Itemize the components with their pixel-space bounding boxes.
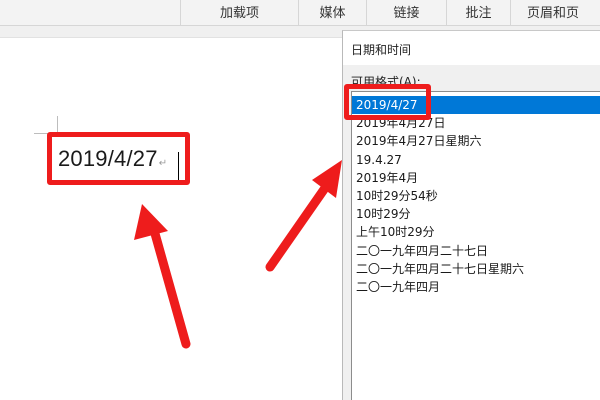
format-option[interactable]: 19.4.27 (352, 151, 600, 169)
screenshot-root: 加载项 媒体 链接 批注 页眉和页 2019/4/27↵ 日期和时间 可用格式(… (0, 0, 600, 400)
format-option[interactable]: 10时29分54秒 (352, 187, 600, 205)
ribbon-bar: 加载项 媒体 链接 批注 页眉和页 (0, 0, 600, 26)
ribbon-group-links[interactable]: 链接 (366, 0, 446, 26)
dialog-title: 日期和时间 (351, 43, 412, 57)
document-page[interactable] (0, 38, 342, 400)
format-option[interactable]: 2019年4月 (352, 169, 600, 187)
format-option[interactable]: 10时29分 (352, 205, 600, 223)
ribbon-group-media[interactable]: 媒体 (298, 0, 366, 26)
format-option[interactable]: 二〇一九年四月 (352, 278, 600, 296)
format-option[interactable]: 二〇一九年四月二十七日星期六 (352, 260, 600, 278)
highlight-box-selected-format (344, 84, 431, 120)
available-formats-list[interactable]: 2019/4/27 2019年4月27日 2019年4月27日星期六 19.4.27 2… (351, 91, 600, 400)
ribbon-group-header-footer[interactable]: 页眉和页 (510, 0, 600, 26)
ribbon-group-addins[interactable]: 加载项 (180, 0, 298, 26)
ribbon-group-comments[interactable]: 批注 (446, 0, 510, 26)
highlight-box-document-date (47, 132, 190, 185)
format-option[interactable]: 二〇一九年四月二十七日 (352, 242, 600, 260)
format-option[interactable]: 上午10时29分 (352, 223, 600, 241)
format-option[interactable]: 2019年4月27日星期六 (352, 132, 600, 150)
dialog-titlebar[interactable]: 日期和时间 (343, 31, 600, 65)
